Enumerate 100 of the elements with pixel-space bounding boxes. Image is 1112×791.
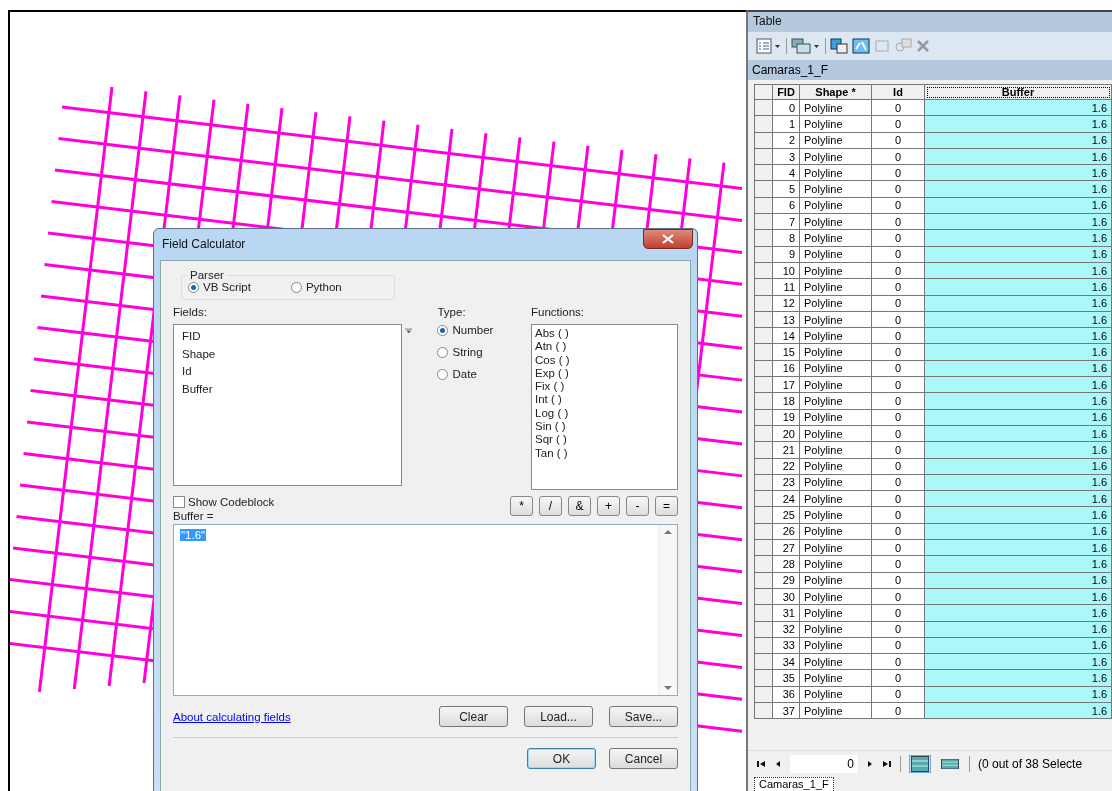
table-cell: 9 [772,246,800,263]
table-cell: 34 [772,653,800,670]
select-by-attributes-icon[interactable] [830,38,848,54]
show-codeblock-checkbox[interactable]: Show Codeblock [173,496,275,508]
list-item[interactable]: Sqr ( ) [535,433,674,447]
table-cell: 0 [871,99,925,116]
table-cell: Polyline [799,637,872,654]
file-button[interactable]: Load... [524,706,593,727]
table-cell: 0 [871,637,925,654]
file-button[interactable]: Clear [439,706,508,727]
table-cell: 12 [772,295,800,312]
table-cell: 0 [871,213,925,230]
table-cell: Polyline [799,604,872,621]
table-tab[interactable]: Camaras_1_F [748,60,1112,80]
column-header[interactable]: FID [772,84,800,100]
table-options-icon[interactable] [756,38,782,54]
table-cell: Polyline [799,295,872,312]
table-cell: 0 [871,295,925,312]
table-cell: Polyline [799,197,872,214]
radio-button[interactable]: Python [290,281,342,293]
list-item[interactable]: Exp ( ) [535,366,674,381]
table-cell: 0 [871,343,925,361]
operator-button[interactable]: + [597,496,620,516]
table-cell: Polyline [799,572,872,589]
scrollbar[interactable] [658,525,677,695]
radio-button[interactable]: String [437,346,531,358]
switch-selection-icon[interactable] [852,38,870,54]
scroll-down-icon[interactable] [664,686,672,691]
table-cell: 16 [772,360,800,377]
table-cell: 0 [871,604,925,621]
table-cell: Polyline [799,490,872,507]
radio-button[interactable]: Number [437,324,531,336]
table-cell: 0 [871,555,925,573]
table-cell: 10 [772,262,800,279]
table-cell: 19 [772,409,800,426]
table-cell: 0 [871,376,925,393]
table-cell: 26 [772,523,800,540]
table-cell: Polyline [799,229,872,247]
table-cell: 0 [871,115,925,133]
table-cell: 0 [871,197,925,214]
column-header[interactable]: Id [871,84,925,100]
table-cell: 24 [772,490,800,507]
list-item[interactable]: Atn ( ) [535,340,674,354]
dialog-button[interactable]: OK [527,748,596,769]
previous-record-icon[interactable] [774,759,782,769]
table-cell: 0 [871,621,925,638]
operator-button[interactable]: / [539,496,562,516]
table-cell: 0 [871,441,925,459]
operator-button[interactable]: * [510,496,533,516]
list-item[interactable]: Shape [174,346,401,365]
list-item[interactable]: Cos ( ) [535,353,674,367]
table-cell: Polyline [799,360,872,377]
radio-button[interactable]: VB Script [188,281,251,293]
table-tab[interactable]: Camaras_1_F [754,777,834,791]
delete-icon[interactable] [916,39,930,53]
close-button[interactable] [643,229,693,249]
table-cell: Polyline [799,653,872,670]
record-number-field[interactable]: 0 [790,755,858,773]
list-item[interactable]: Int ( ) [535,393,674,407]
file-button[interactable]: Save... [609,706,678,727]
dialog-button[interactable]: Cancel [609,748,678,769]
list-item[interactable]: Tan ( ) [535,446,674,460]
table-cell: 15 [772,343,800,361]
table-cell: 0 [871,246,925,263]
row-selector-header [754,84,773,100]
sort-icon[interactable] [405,328,413,334]
show-all-records-button[interactable] [909,755,931,773]
related-tables-icon[interactable] [791,38,821,54]
table-cell: 0 [871,278,925,296]
table-cell: Polyline [799,669,872,687]
help-link[interactable]: About calculating fields [173,710,291,723]
operator-button[interactable]: & [568,496,591,516]
list-item[interactable]: Buffer [174,382,401,400]
table-cell: 0 [871,229,925,247]
table-cell: Polyline [799,213,872,230]
table-cell: 14 [772,327,800,344]
list-item[interactable]: Sin ( ) [535,420,674,434]
table-cell: 33 [772,637,800,654]
last-record-icon[interactable] [882,759,892,769]
table-cell: Polyline [799,392,872,410]
list-item[interactable]: Id [174,364,401,383]
scroll-up-icon[interactable] [664,529,672,534]
list-item[interactable]: Log ( ) [535,406,674,421]
column-header[interactable]: Shape * [799,84,872,100]
radio-button[interactable]: Date [437,368,531,380]
table-cell: Polyline [799,409,872,426]
list-item[interactable]: Fix ( ) [535,380,674,394]
next-record-icon[interactable] [866,759,874,769]
table-cell: Polyline [799,327,872,344]
table-cell: Polyline [799,132,872,149]
column-header[interactable]: Buffer [924,84,1112,100]
table-cell: 0 [871,425,925,442]
list-item[interactable]: FID [174,329,401,347]
operator-button[interactable]: = [655,496,678,516]
first-record-icon[interactable] [756,759,766,769]
table-cell: Polyline [799,686,872,703]
list-item[interactable]: Abs ( ) [535,327,674,341]
table-cell: 31 [772,604,800,621]
table-cell: Polyline [799,164,872,181]
operator-button[interactable]: - [626,496,649,516]
